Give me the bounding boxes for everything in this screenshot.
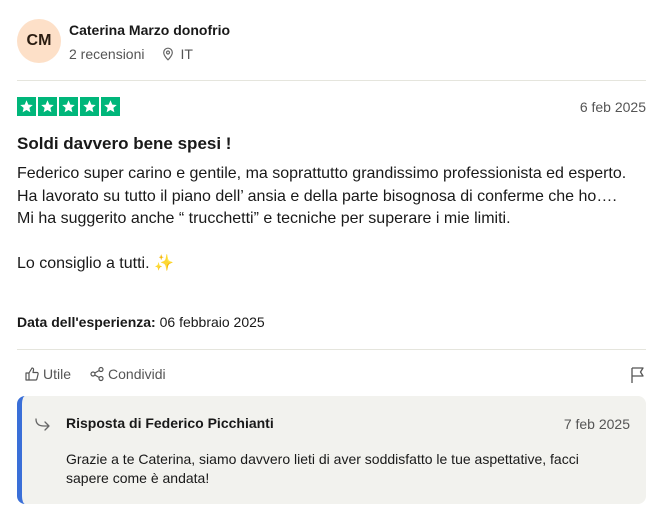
star-icon xyxy=(17,97,36,116)
divider xyxy=(17,349,646,350)
review-count: 2 recensioni xyxy=(69,46,145,62)
flag-icon[interactable] xyxy=(630,366,646,384)
reply-date: 7 feb 2025 xyxy=(563,416,630,432)
reviewer-country: IT xyxy=(180,46,193,62)
star-icon xyxy=(80,97,99,116)
star-icon xyxy=(38,97,57,116)
review-actions: Utile Condividi xyxy=(24,366,166,382)
reply-title: Risposta di Federico Picchianti xyxy=(66,415,274,431)
star-rating xyxy=(17,97,120,116)
reviewer-meta: 2 recensioni IT xyxy=(69,46,230,62)
thumbs-up-icon xyxy=(25,367,39,381)
useful-label: Utile xyxy=(43,366,72,382)
share-label: Condividi xyxy=(108,366,166,382)
star-icon xyxy=(59,97,78,116)
useful-button[interactable]: Utile xyxy=(24,366,71,382)
avatar[interactable]: CM xyxy=(17,19,61,63)
company-reply: Risposta di Federico Picchianti 7 feb 20… xyxy=(17,396,646,504)
divider xyxy=(17,80,646,81)
experience-label: Data dell'esperienza: xyxy=(17,314,156,330)
review-body: Federico super carino e gentile, ma sopr… xyxy=(17,165,627,273)
reviewer-info: Caterina Marzo donofrio 2 recensioni IT xyxy=(69,22,230,62)
experience-value: 06 febbraio 2025 xyxy=(159,314,265,330)
location-pin-icon xyxy=(162,47,173,61)
reply-text: Grazie a te Caterina, siamo davvero liet… xyxy=(66,451,579,486)
review-title: Soldi davvero bene spesi ! xyxy=(17,134,232,153)
reviewer-header: CM Caterina Marzo donofrio 2 recensioni … xyxy=(17,19,230,63)
share-button[interactable]: Condividi xyxy=(89,366,166,382)
reply-arrow-icon xyxy=(35,418,50,431)
reviewer-name[interactable]: Caterina Marzo donofrio xyxy=(69,22,230,38)
experience-date: Data dell'esperienza: 06 febbraio 2025 xyxy=(17,314,265,330)
share-icon xyxy=(90,366,104,382)
star-icon xyxy=(101,97,120,116)
review-date: 6 feb 2025 xyxy=(579,99,646,115)
